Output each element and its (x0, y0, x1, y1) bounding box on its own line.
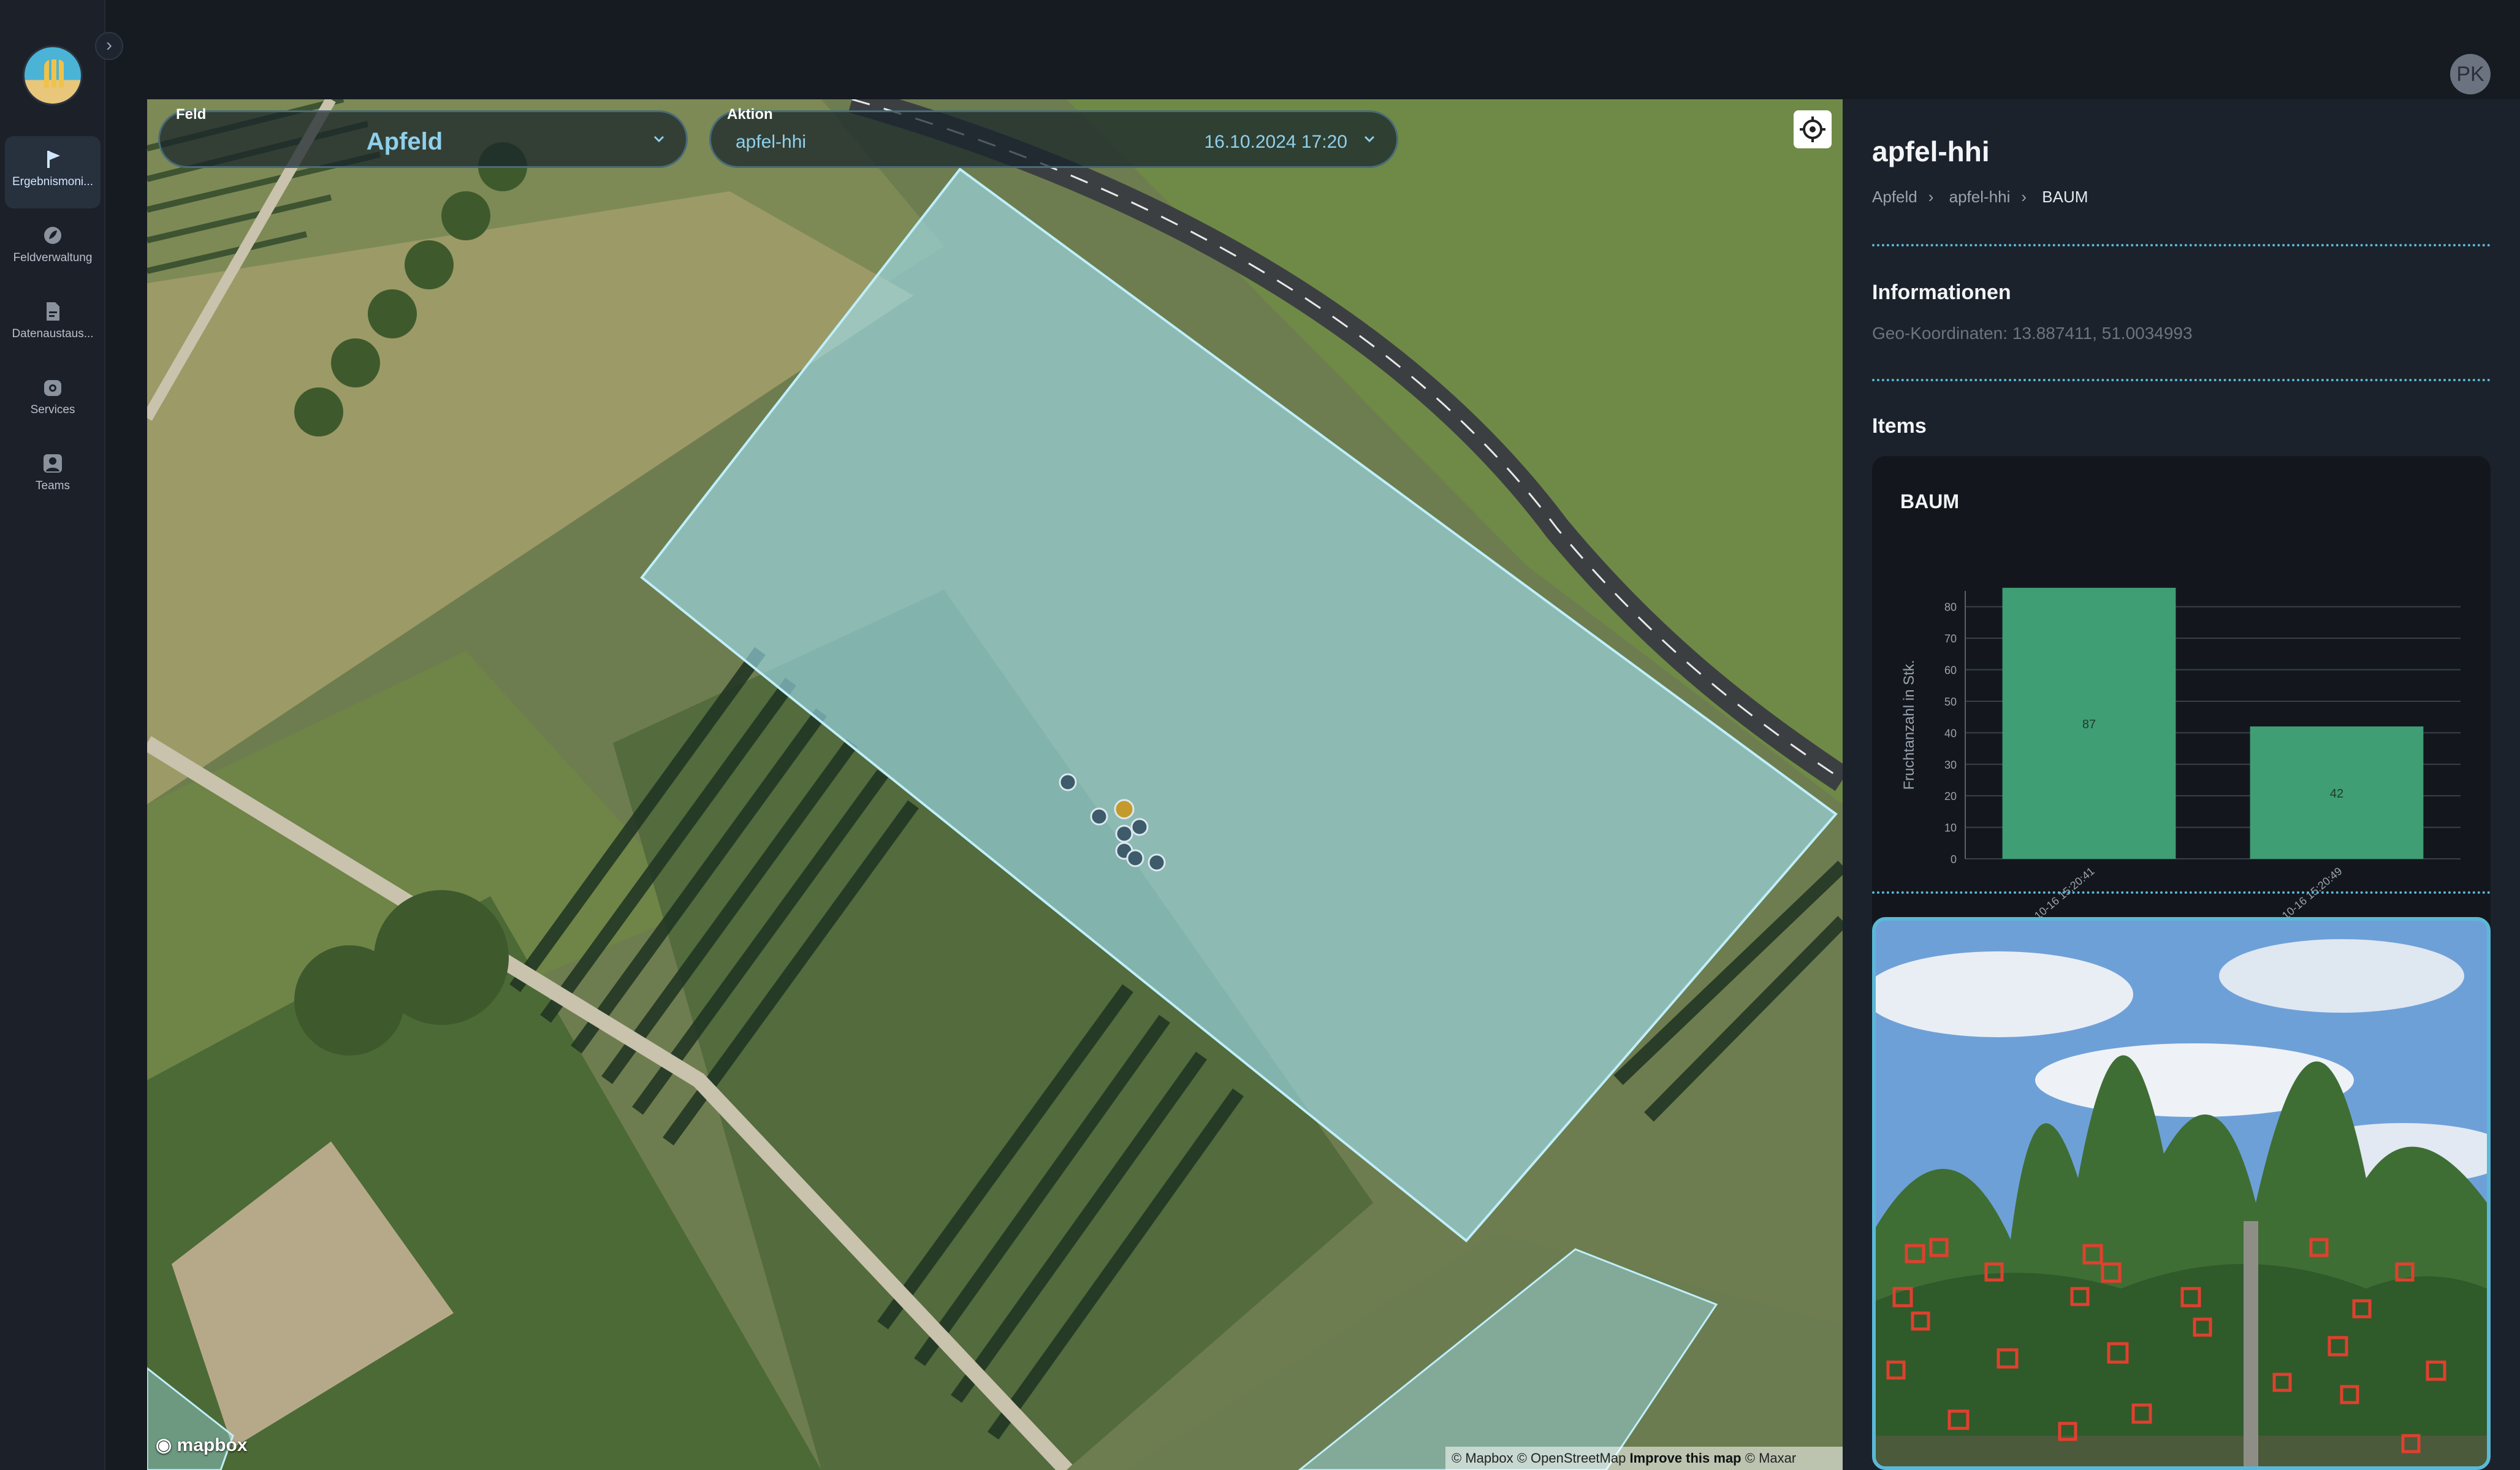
details-panel: apfel-hhi Apfeld › apfel-hhi › BAUM Inform… (1843, 99, 2520, 1470)
sidebar-item-ergebnismonitoring[interactable]: Ergebnismoni... (5, 136, 101, 208)
chart-card: BAUM 0 10 20 30 40 50 60 70 80 Fruchtanzahl in St… (1872, 456, 2491, 974)
apple-tree-image (1876, 921, 2487, 1466)
leaf-icon (44, 227, 61, 244)
y-tick-label: 60 (1944, 665, 1957, 677)
sidebar: Ergebnismoni... Feldverwaltung Datenaust… (0, 0, 105, 1470)
y-tick-label: 70 (1944, 633, 1957, 645)
tree-marker-selected (1114, 799, 1135, 820)
feld-select[interactable]: Feld Apfeld (158, 106, 688, 168)
breadcrumb-item[interactable]: Apfeld (1872, 188, 1917, 206)
y-tick-label: 30 (1944, 759, 1957, 771)
sidebar-item-label: Teams (36, 479, 70, 492)
tree-marker (1090, 807, 1108, 826)
y-tick-label: 20 (1944, 790, 1957, 802)
breadcrumb: Apfeld › apfel-hhi › BAUM (1872, 188, 2088, 206)
mapbox-logo[interactable]: ◉ mapbox (156, 1434, 248, 1456)
aktion-label: Aktion (727, 106, 773, 123)
crosshair-icon (1800, 116, 1825, 142)
y-tick-label: 50 (1944, 696, 1957, 708)
sidebar-item-label: Ergebnismoni... (12, 175, 93, 188)
app-logo[interactable] (23, 45, 83, 105)
sidebar-item-label: Services (30, 403, 75, 416)
sidebar-item-services[interactable]: Services (5, 364, 101, 436)
mapbox-icon: ◉ (156, 1435, 177, 1455)
y-axis-label: Fruchtanzahl in Stk. (1901, 660, 1917, 790)
bar-value-label: 42 (2330, 787, 2343, 801)
geolocate-button[interactable] (1794, 110, 1832, 148)
y-tick-label: 80 (1944, 601, 1957, 614)
breadcrumb-current: BAUM (2042, 188, 2088, 206)
person-icon (44, 454, 62, 473)
divider (1872, 244, 2491, 246)
chevron-down-icon (1364, 135, 1375, 143)
aktion-value: apfel-hhi (736, 132, 807, 152)
geo-coordinates: Geo-Koordinaten: 13.887411, 51.0034993 (1872, 324, 2193, 343)
breadcrumb-item[interactable]: apfel-hhi (1949, 188, 2011, 206)
aktion-select[interactable]: Aktion apfel-hhi 16.10.2024 17:20 (709, 106, 1398, 168)
tree-marker (1126, 849, 1144, 867)
aktion-date: 16.10.2024 17:20 (1204, 132, 1347, 152)
info-heading: Informationen (1872, 281, 2011, 304)
services-icon (44, 380, 61, 396)
y-tick-label: 0 (1951, 853, 1957, 866)
sidebar-item-feldverwaltung[interactable]: Feldverwaltung (5, 212, 101, 284)
top-bar: PK (105, 0, 2520, 99)
tree-marker (1059, 773, 1077, 791)
sidebar-item-label: Datenaustaus... (12, 327, 94, 340)
y-tick-label: 10 (1944, 822, 1957, 834)
satellite-map[interactable] (147, 99, 1843, 1470)
sidebar-item-label: Feldverwaltung (13, 251, 93, 264)
map-attribution: © Mapbox © OpenStreetMap Improve this ma… (1445, 1447, 1843, 1470)
tree-marker (1115, 824, 1133, 843)
document-icon (47, 302, 59, 321)
panel-title: apfel-hhi (1872, 135, 1990, 167)
user-avatar[interactable]: PK (2450, 54, 2491, 94)
tree-marker (1148, 853, 1166, 872)
feld-label: Feld (176, 106, 207, 123)
y-tick-label: 40 (1944, 727, 1957, 739)
sidebar-item-datenaustausch[interactable]: Datenaustaus... (5, 288, 101, 360)
map-view[interactable] (147, 99, 1843, 1470)
improve-map-link[interactable]: Improve this map (1629, 1450, 1741, 1466)
tree-photo[interactable] (1872, 917, 2491, 1470)
divider (1872, 891, 2491, 894)
sidebar-item-teams[interactable]: Teams (5, 440, 101, 512)
bar-chart: 01020304050607080Fruchtanzahl in Stk. 872… (1901, 587, 2461, 940)
chevron-right-icon: › (106, 35, 112, 55)
tree-marker (1130, 818, 1149, 836)
divider (1872, 379, 2491, 381)
sidebar-collapse-button[interactable]: › (95, 32, 123, 60)
feld-value: Apfeld (366, 128, 443, 155)
items-heading: Items (1872, 414, 1927, 438)
flag-icon (47, 151, 60, 168)
bar-value-label: 87 (2082, 718, 2096, 731)
chevron-down-icon (653, 135, 664, 143)
